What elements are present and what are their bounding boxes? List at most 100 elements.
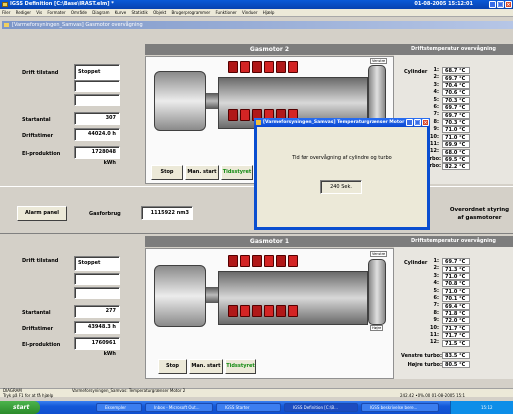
gasforbrug-value: 1115922 nm3 [141, 206, 193, 220]
menu-item[interactable]: Objekt [153, 10, 166, 15]
cylinder-row: 5: 71.0 °C [426, 288, 470, 295]
cylinder-row: 3: 71.0 °C [426, 273, 470, 280]
motor1-cylinders-top [228, 255, 298, 267]
motor1-tidsstyret-button[interactable]: Tidsstyret [225, 359, 256, 374]
status-coords: 242.42 •0%.00 01-08-2005 15:1 [400, 392, 466, 398]
motor1-driftstimer-value: 43948.3 h [74, 321, 120, 334]
taskbar-item[interactable]: IGSS Starter [216, 403, 281, 412]
motor2-drift-value: Stoppet [74, 64, 120, 80]
taskbar-item[interactable]: IGSS Definition [C:\B... [284, 403, 358, 412]
menu-item[interactable]: Vinduer [242, 10, 257, 15]
status-bar: DIAGRAM Varmeforsyningen_Samvas: Tempera… [0, 388, 513, 397]
menu-item[interactable]: Vis [36, 10, 42, 15]
title-clock: 01-08-2005 15:12:01 [414, 1, 473, 7]
motor2-tidsstyret-button[interactable]: Tidsstyret [221, 165, 253, 180]
motor2-venstre-tag: Venstre [370, 58, 388, 64]
motor2-title: Gasmotor 2 [145, 44, 394, 55]
motor1-venstre-tag: Venstre [370, 251, 388, 257]
status-diagram: Varmeforsyningen_Samvas: Temperaturgræns… [72, 388, 186, 393]
motor2-man-start-button[interactable]: Man. start [185, 165, 219, 180]
cylinder-row: 4: 70.6 °C [426, 89, 470, 97]
cylinder-row: 9: 71.0 °C [426, 126, 470, 134]
motor2-driftstimer-value: 44024.0 h [74, 128, 120, 141]
motor2-shaft [206, 93, 218, 109]
menu-item[interactable]: Område [71, 10, 87, 15]
motor1-venstre-turbo-label: Venstre turbo: [401, 353, 442, 359]
tray-clock[interactable]: 15:12 [481, 405, 493, 410]
close-icon[interactable]: × [505, 1, 512, 8]
dialog-message: Tid før overvågning af cylindre og turbo [292, 155, 392, 161]
alarm-panel-button[interactable]: Alarm panel [17, 206, 67, 221]
taskbar-item[interactable]: IGSS beskrivelse bere... [361, 403, 439, 412]
menu-bar: Filer Rediger Vis Formater Område Diagra… [0, 9, 513, 17]
menu-item[interactable]: Formater [47, 10, 65, 15]
cylinder-row: 1: 68.7 °C [426, 67, 470, 75]
cylinder-row: 2: 69.7 °C [426, 74, 470, 82]
diagram-icon [4, 23, 9, 27]
menu-item[interactable]: Hjælp [263, 10, 275, 15]
motor1-man-start-button[interactable]: Man. start [189, 359, 223, 374]
dialog-maximize-icon[interactable]: □ [414, 119, 421, 126]
cylinder-row: 10: 71.7 °C [426, 325, 470, 332]
motor2-driftstimer-label: Driftstimer [22, 133, 54, 139]
menu-item[interactable]: Diagram [92, 10, 109, 15]
motor1-empty-field-2 [74, 287, 120, 299]
cylinder-row: 11: 71.7 °C [426, 332, 470, 340]
motor1-cylinders-bottom [228, 305, 298, 317]
motor1-title: Gasmotor 1 [145, 236, 394, 247]
motor2-empty-field-1 [74, 80, 120, 92]
menu-item[interactable]: Statistik [131, 10, 147, 15]
cylinder-row: 8: 70.3 °C [426, 119, 470, 127]
motor1-startantal-value: 277 [74, 305, 120, 318]
motor2-cylinder-temps: 1: 68.7 °C 2: 69.7 °C 3: 70.4 °C 4: 70.6 °C … [426, 67, 470, 171]
motor2-drift-label: Drift tilstand [22, 70, 59, 76]
cylinder-row: 7: 69.7 °C [426, 111, 470, 119]
motor1-stop-button[interactable]: Stop [158, 359, 187, 374]
motor2-temp-title: Driftstemperatur overvågning [394, 44, 513, 55]
cylinder-row: 6: 69.7 °C [426, 104, 470, 112]
inner-window-title: [Varmeforsyningen_Samvas] Gasmotor overv… [2, 21, 513, 29]
motor2-startantal-label: Startantal [22, 117, 51, 123]
dialog-minimize-icon[interactable]: _ [406, 119, 413, 126]
app-icon [2, 2, 8, 7]
maximize-icon[interactable]: □ [497, 1, 504, 8]
taskbar-item[interactable]: Eksempler [96, 403, 142, 412]
motor1-shaft [206, 287, 218, 303]
overordnet-styring-link[interactable]: Overordnet styring af gasmotorer [446, 206, 513, 222]
dialog-close-icon[interactable]: × [422, 119, 429, 126]
cylinder-row: 2: 71.3 °C [426, 265, 470, 273]
gasforbrug-label: Gasforbrug [89, 211, 121, 217]
motor1-generator [154, 265, 206, 327]
motor2-el-value: 1728048 kWh [74, 146, 120, 166]
motor1-driftstimer-label: Driftstimer [22, 326, 54, 332]
menu-item[interactable]: Funktioner [215, 10, 236, 15]
cylinder-row: 10: 71.0 °C [426, 134, 470, 141]
minimize-icon[interactable]: _ [489, 1, 496, 8]
menu-item[interactable]: Brugerprogrammer [172, 10, 211, 15]
system-tray: 15:12 [450, 401, 513, 414]
app-title-bar: IGSS Definition [C:\Base\IRAST.elm] * 01… [0, 0, 513, 9]
motor1-el-label: El-produktion [22, 342, 61, 348]
menu-item[interactable]: Kurve [115, 10, 126, 15]
cylinder-row: 7: 69.4 °C [426, 302, 470, 310]
cylinder-row: 3: 70.4 °C [426, 82, 470, 89]
motor1-temp-title: Driftstemperatur overvågning [394, 236, 513, 247]
motor1-hojre-turbo-label: Højre turbo: [407, 362, 442, 368]
dialog-title-bar: [Varmeforsyningen_Samvas] Temperaturgræn… [254, 118, 430, 127]
menu-item[interactable]: Filer [2, 10, 10, 15]
start-button[interactable]: start [0, 401, 40, 414]
motor2-stop-button[interactable]: Stop [151, 165, 183, 180]
motor1-empty-field-1 [74, 273, 120, 285]
cylinder-row: 4: 70.8 °C [426, 280, 470, 288]
temperature-limit-dialog [254, 123, 430, 230]
motor2-generator [154, 71, 206, 131]
taskbar-item[interactable]: Inbox - Microsoft Out... [145, 403, 213, 412]
motor1-drift-label: Drift tilstand [22, 258, 59, 264]
inner-title-text: [Varmeforsyningen_Samvas] Gasmotor overv… [12, 22, 143, 28]
menu-item[interactable]: Rediger [16, 10, 31, 15]
status-help: Tryk på F1 for at få hjælp [3, 392, 54, 398]
cylinder-row: 12: 71.5 °C [426, 339, 470, 347]
motor1-el-value: 1760961 kWh [74, 337, 120, 357]
motor1-cylinder-temps: 1: 69.7 °C 2: 71.3 °C 3: 71.0 °C 4: 70.8 °C … [426, 258, 470, 347]
motor2-startantal-value: 307 [74, 112, 120, 125]
